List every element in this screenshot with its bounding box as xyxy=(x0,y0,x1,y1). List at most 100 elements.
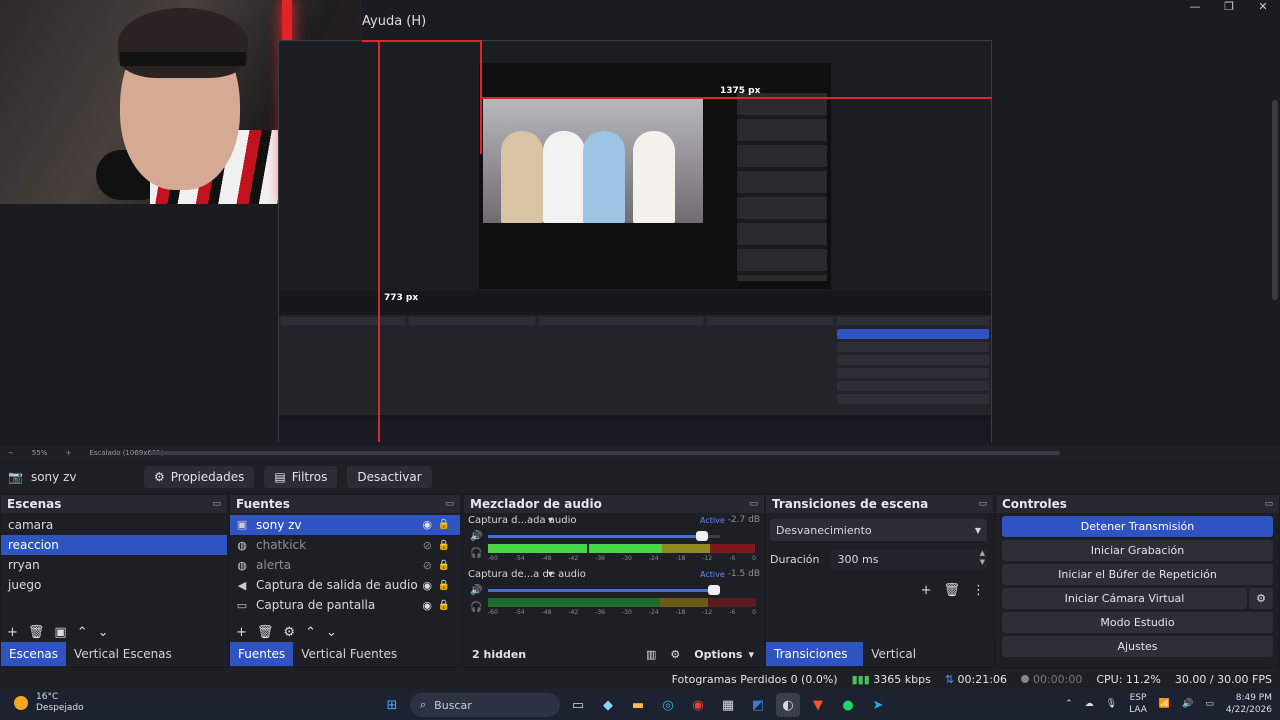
taskbar-search[interactable]: ⌕ Buscar xyxy=(410,693,560,717)
volume-knob[interactable] xyxy=(708,585,720,595)
layout-icon[interactable]: ▥ xyxy=(646,648,656,661)
transition-select[interactable]: Desvanecimiento ▼ xyxy=(770,519,987,541)
undock-icon[interactable]: ▭ xyxy=(749,499,758,509)
copilot-icon[interactable]: ◆ xyxy=(596,693,620,717)
chrome-icon[interactable]: ◉ xyxy=(686,693,710,717)
minimize-icon[interactable]: — xyxy=(1178,0,1212,14)
undock-icon[interactable]: ▭ xyxy=(445,499,454,509)
undock-icon[interactable]: ▭ xyxy=(1264,499,1273,509)
chevron-down-icon[interactable]: ▾ xyxy=(548,569,553,580)
preview-canvas[interactable]: 22 Ayuda (H) — ❐ ✕ xyxy=(0,0,1280,446)
virtual-camera-button[interactable]: Iniciar Cámara Virtual xyxy=(1002,588,1247,609)
scene-item[interactable]: rryan xyxy=(1,555,227,575)
close-icon[interactable]: ✕ xyxy=(1246,0,1280,14)
spotify-icon[interactable]: ● xyxy=(836,693,860,717)
spinner-icon[interactable]: ▲ ▼ xyxy=(980,549,985,567)
source-row[interactable]: ◀ Captura de salida de audio ◉ 🔒 xyxy=(230,575,460,595)
cloud-icon[interactable]: ☁ xyxy=(1085,699,1094,709)
obs-icon[interactable]: ◐ xyxy=(776,693,800,717)
filter-icon[interactable]: ▣ xyxy=(54,625,66,640)
mic-icon[interactable]: 🎙 xyxy=(1106,699,1117,709)
replay-buffer-button[interactable]: Iniciar el Búfer de Repetición xyxy=(1002,564,1273,585)
more-icon[interactable]: ⋮ xyxy=(972,583,985,598)
gear-icon[interactable]: ⚙ xyxy=(670,648,680,661)
chevron-up-icon[interactable]: ⌃ xyxy=(1065,699,1073,709)
channel-name[interactable]: Captura d...ada audio xyxy=(468,515,577,526)
speaker-icon[interactable]: 🔊 xyxy=(470,531,482,542)
eye-icon[interactable]: ◉ xyxy=(422,515,432,535)
scene-item[interactable]: juego xyxy=(1,575,227,595)
tab-vertical-sources[interactable]: Vertical Fuentes xyxy=(293,642,405,666)
eye-icon[interactable]: ◉ xyxy=(422,579,432,592)
undock-icon[interactable]: ▭ xyxy=(978,499,987,509)
store-icon[interactable]: ▦ xyxy=(716,693,740,717)
lock-icon[interactable]: 🔒 xyxy=(438,560,450,571)
eye-icon[interactable]: ◉ xyxy=(422,599,432,612)
speaker-icon[interactable]: 🔊 xyxy=(470,585,482,596)
studio-mode-button[interactable]: Modo Estudio xyxy=(1002,612,1273,633)
undock-icon[interactable]: ▭ xyxy=(212,499,221,509)
lock-icon[interactable]: 🔒 xyxy=(438,540,450,551)
volume-knob[interactable] xyxy=(696,531,709,541)
menu-help[interactable]: Ayuda (H) xyxy=(362,14,426,29)
vertical-scrollbar[interactable] xyxy=(1272,100,1278,300)
add-icon[interactable]: + xyxy=(236,625,247,640)
zoom-in-icon[interactable]: + xyxy=(65,449,71,457)
gear-icon[interactable]: ⚙ xyxy=(1249,588,1273,609)
tab-vertical-scenes[interactable]: Vertical Escenas xyxy=(66,642,180,666)
telegram-icon[interactable]: ➤ xyxy=(866,693,890,717)
tab-scenes[interactable]: Escenas xyxy=(1,642,67,666)
maximize-icon[interactable]: ❐ xyxy=(1212,0,1246,14)
windows-start-icon[interactable]: ⊞ xyxy=(380,693,404,717)
gear-icon[interactable]: ⚙ xyxy=(283,625,295,640)
brave-icon[interactable]: ▼ xyxy=(806,693,830,717)
chevron-down-icon[interactable]: ▾ xyxy=(748,648,754,661)
tab-vertical-transitions[interactable]: Vertical Transiciones de es... xyxy=(863,642,993,709)
chevron-down-icon[interactable]: ▾ xyxy=(548,515,553,526)
volume-slider[interactable] xyxy=(488,585,720,595)
monitor-icon[interactable]: 🎧 xyxy=(470,602,482,613)
weather-widget[interactable]: 16°C Despejado xyxy=(14,692,84,714)
volume-slider[interactable] xyxy=(488,531,720,541)
duration-input[interactable]: 300 ms ▲ ▼ xyxy=(829,549,987,569)
source-row[interactable]: ▭ Captura de pantalla ◉ 🔒 xyxy=(230,595,460,615)
task-view-icon[interactable]: ▭ xyxy=(566,693,590,717)
horizontal-scrollbar[interactable] xyxy=(150,451,1060,455)
scene-item[interactable]: reaccion xyxy=(1,535,227,555)
add-icon[interactable]: + xyxy=(7,625,18,640)
properties-button[interactable]: ⚙ Propiedades xyxy=(144,466,255,488)
settings-button[interactable]: Ajustes xyxy=(1002,636,1273,657)
add-icon[interactable]: + xyxy=(921,583,932,598)
clock[interactable]: 8:49 PM 4/22/2026 xyxy=(1226,692,1272,716)
edge-icon[interactable]: ◎ xyxy=(656,693,680,717)
tab-transitions[interactable]: Transiciones de es... xyxy=(766,642,864,685)
channel-name[interactable]: Captura de...a de audio xyxy=(468,569,586,580)
eye-hidden-icon[interactable]: ⊘ xyxy=(423,559,432,572)
volume-icon[interactable]: 🔊 xyxy=(1182,699,1193,709)
lock-icon[interactable]: 🔒 xyxy=(438,600,450,611)
trash-icon[interactable]: 🗑 xyxy=(257,625,274,640)
source-row[interactable]: ▣ sony zv ◉ 🔒 xyxy=(230,515,460,535)
trash-icon[interactable]: 🗑 xyxy=(28,625,45,640)
monitor-icon[interactable]: 🎧 xyxy=(470,548,482,559)
move-down-icon[interactable]: ⌄ xyxy=(326,625,337,640)
source-row[interactable]: ◍ chatkick ⊘ 🔒 xyxy=(230,535,460,555)
move-up-icon[interactable]: ⌃ xyxy=(77,625,88,640)
source-row[interactable]: ◍ alerta ⊘ 🔒 xyxy=(230,555,460,575)
eye-hidden-icon[interactable]: ⊘ xyxy=(423,539,432,552)
language-indicator[interactable]: ESP LAA xyxy=(1129,692,1147,716)
move-up-icon[interactable]: ⌃ xyxy=(305,625,316,640)
deactivate-button[interactable]: Desactivar xyxy=(347,466,432,488)
filters-button[interactable]: ▤ Filtros xyxy=(264,466,338,488)
zoom-out-icon[interactable]: − xyxy=(8,449,14,457)
file-explorer-icon[interactable]: ▬ xyxy=(626,693,650,717)
lock-icon[interactable]: 🔒 xyxy=(438,515,450,535)
scene-item[interactable]: camara xyxy=(1,515,227,535)
lock-icon[interactable]: 🔒 xyxy=(438,580,450,591)
hidden-count[interactable]: 2 hidden xyxy=(472,648,526,661)
tab-sources[interactable]: Fuentes xyxy=(230,642,294,666)
start-recording-button[interactable]: Iniciar Grabación xyxy=(1002,540,1273,561)
stop-streaming-button[interactable]: Detener Transmisión xyxy=(1002,516,1273,537)
options-button[interactable]: Options xyxy=(694,648,742,661)
battery-icon[interactable]: ▭ xyxy=(1205,699,1214,709)
